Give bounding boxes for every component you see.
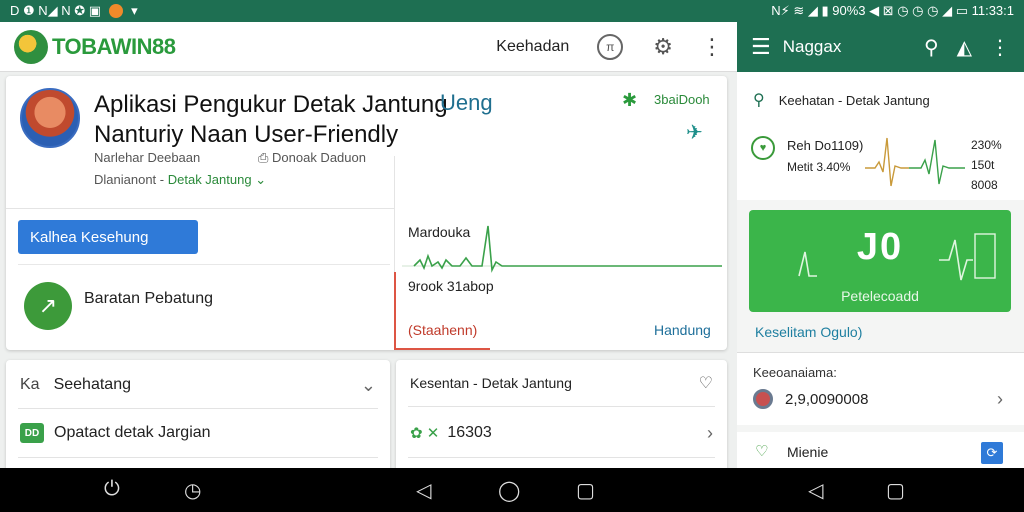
list-item-value: 16303 [447, 424, 492, 441]
leaf-icon: ✿ ✕ [410, 425, 440, 442]
back-icon[interactable]: ◁ [416, 478, 431, 503]
heart-rate-label: Petelecoadd [841, 288, 919, 304]
status-icons-left: D ❶ N◢ N ✪ ▣ [10, 3, 102, 18]
value-card[interactable]: Keeoanaiama: 2,9,0090008 › [737, 353, 1024, 425]
power-icon[interactable]: ⏻ [104, 478, 120, 501]
notification-icon [109, 4, 124, 18]
chevron-down-icon[interactable]: ⌄ [361, 375, 376, 396]
menu-card[interactable]: ♡ Mienie ⟳ [737, 432, 1024, 468]
heart-outline-icon: ♡ [755, 443, 769, 460]
round-action-button[interactable]: π [597, 33, 624, 60]
list-header[interactable]: Kesentan - Detak Jantung ♡ [396, 360, 727, 406]
stat-2: 150t [971, 158, 995, 172]
category-link[interactable]: Detak Jantung [168, 172, 252, 187]
chart-marker [394, 272, 396, 350]
download-meta: ⎙ Donoak Daduon [258, 150, 366, 166]
heart-rate-display[interactable]: J0 Petelecoadd [749, 210, 1011, 312]
status-bar-left: D ❶ N◢ N ✪ ▣ ▾ [10, 3, 138, 19]
list-item[interactable]: DD Opatact detak Jargian [6, 410, 390, 456]
value-text: 2,9,0090008 [785, 391, 869, 408]
status-bar: D ❶ N◢ N ✪ ▣ ▾ N⚡ ≋ ◢ ▮ 90%3 ◀ ⊠ ◷ ◷ ◷ ◢… [0, 0, 1024, 22]
share-icon[interactable]: ✈ [686, 120, 703, 145]
heartbeat-card: ⚲ Keehatan - Detak Jantung ♥ Reh Do1109)… [737, 72, 1024, 200]
heartbeat-text-2: Metit 3.40% [787, 160, 851, 174]
chevron-down-icon: ▾ [131, 3, 138, 18]
refresh-icon[interactable]: ⟳ [981, 442, 1003, 464]
details-link[interactable]: Keselitam Ogulo) [755, 324, 862, 340]
gear-icon[interactable]: ⚙ [653, 34, 673, 60]
recents-icon[interactable]: ▢ [576, 478, 595, 503]
chart-marker [394, 348, 490, 350]
stat-3: 8008 [971, 178, 998, 192]
search-icon: ⚲ [753, 92, 765, 109]
right-panel: ⚲ Keehatan - Detak Jantung ♥ Reh Do1109)… [737, 72, 1024, 468]
right-header-title: Naggax [782, 37, 842, 56]
download-meta-text: Donoak Daduon [272, 150, 366, 165]
clock-icon[interactable]: ◷ [184, 478, 201, 503]
search-row[interactable]: ⚲ Keehatan - Detak Jantung [753, 90, 930, 110]
star-icon: ✱ [622, 90, 638, 110]
right-header: ☰ Naggax ⚲ ◭ ⋮ [737, 22, 1024, 72]
primary-action-button[interactable]: Kalhea Kesehung [18, 220, 198, 254]
chart-status: (Staahenn) [408, 322, 478, 338]
divider [6, 208, 394, 209]
chevron-right-icon[interactable]: › [707, 423, 713, 444]
divider [18, 264, 390, 265]
chart-value: 9rook 31abop [408, 278, 494, 294]
download-count: 3baiDooh [654, 92, 710, 107]
search-icon[interactable]: ⚲ [924, 35, 939, 60]
heart-icon[interactable]: ♡ [699, 373, 713, 393]
divider [18, 408, 378, 409]
category-row: Dlanianont - Detak Jantung ⌄ [94, 172, 266, 188]
heart-rate-icon: ♥ [751, 136, 775, 160]
feature-label[interactable]: Baratan Pebatung [84, 290, 213, 308]
logo-icon [14, 29, 48, 64]
list-item[interactable]: ✿ ✕ 16303 › [396, 410, 727, 456]
list-header[interactable]: Ka Seehatang ⌄ [6, 362, 390, 408]
heartbeat-wave [402, 225, 722, 273]
section-icon: Ka [20, 376, 40, 393]
heartbeat-text-1: Reh Do1109) [787, 138, 864, 153]
chart-link[interactable]: Handung [654, 322, 711, 338]
nav-link[interactable]: Keehadan [496, 38, 569, 56]
list-card-left: Ka Seehatang ⌄ DD Opatact detak Jargian [6, 360, 390, 472]
list-card-right: Kesentan - Detak Jantung ♡ ✿ ✕ 16303 › [396, 360, 727, 472]
divider [18, 457, 378, 458]
chevron-right-icon[interactable]: › [997, 389, 1003, 410]
divider [408, 457, 715, 458]
heartbeat-wave [865, 137, 965, 187]
list-header-label: Kesentan - Detak Jantung [410, 375, 572, 391]
download-icon: ⎙ [258, 150, 273, 165]
divider [408, 406, 715, 407]
chevron-down-icon[interactable]: ⌄ [255, 172, 266, 187]
more-vert-icon[interactable]: ⋮ [990, 35, 1010, 60]
menu-label: Mienie [787, 444, 829, 460]
logo-text[interactable]: TOBAWIN88 [52, 34, 176, 60]
badge-icon: DD [20, 423, 44, 443]
list-item-label: Opatact detak Jargian [54, 424, 211, 441]
recents-icon[interactable]: ▢ [886, 478, 905, 503]
hamburger-menu-icon[interactable]: ☰ [751, 34, 771, 60]
system-nav-bar: ⏻ ◷ ◁ ◯ ▢ ◁ ▢ [0, 468, 1024, 512]
stat-1: 230% [971, 138, 1002, 152]
leaf-icon: ↗ [24, 282, 72, 330]
search-label: Keehatan - Detak Jantung [778, 92, 930, 108]
app-title-accent: Ueng [440, 90, 493, 115]
list-header-label: Seehatang [53, 376, 131, 393]
status-icons-right: N⚡ ≋ ◢ ▮ 90%3 ◀ ⊠ ◷ ◷ ◷ ◢ ▭ 11:33:1 [771, 3, 1014, 18]
app-bar: TOBAWIN88 Keehadan π ⚙ ⋮ [0, 22, 737, 72]
home-icon[interactable]: ◯ [498, 478, 520, 503]
app-icon-avatar [20, 88, 80, 148]
category-label: Dlanianont - [94, 172, 165, 187]
heart-rate-value: J0 [856, 226, 904, 268]
more-vert-icon[interactable]: ⋮ [701, 34, 723, 60]
value-sub-label: Keeoanaiama: [753, 365, 837, 380]
send-icon[interactable]: ◭ [957, 35, 972, 60]
back-icon[interactable]: ◁ [808, 478, 823, 503]
record-icon [753, 389, 773, 409]
developer-name[interactable]: Narlehar Deebaan [94, 150, 200, 165]
app-detail-card: Aplikasi Pengukur Detak Jantung Nanturiy… [6, 76, 727, 350]
